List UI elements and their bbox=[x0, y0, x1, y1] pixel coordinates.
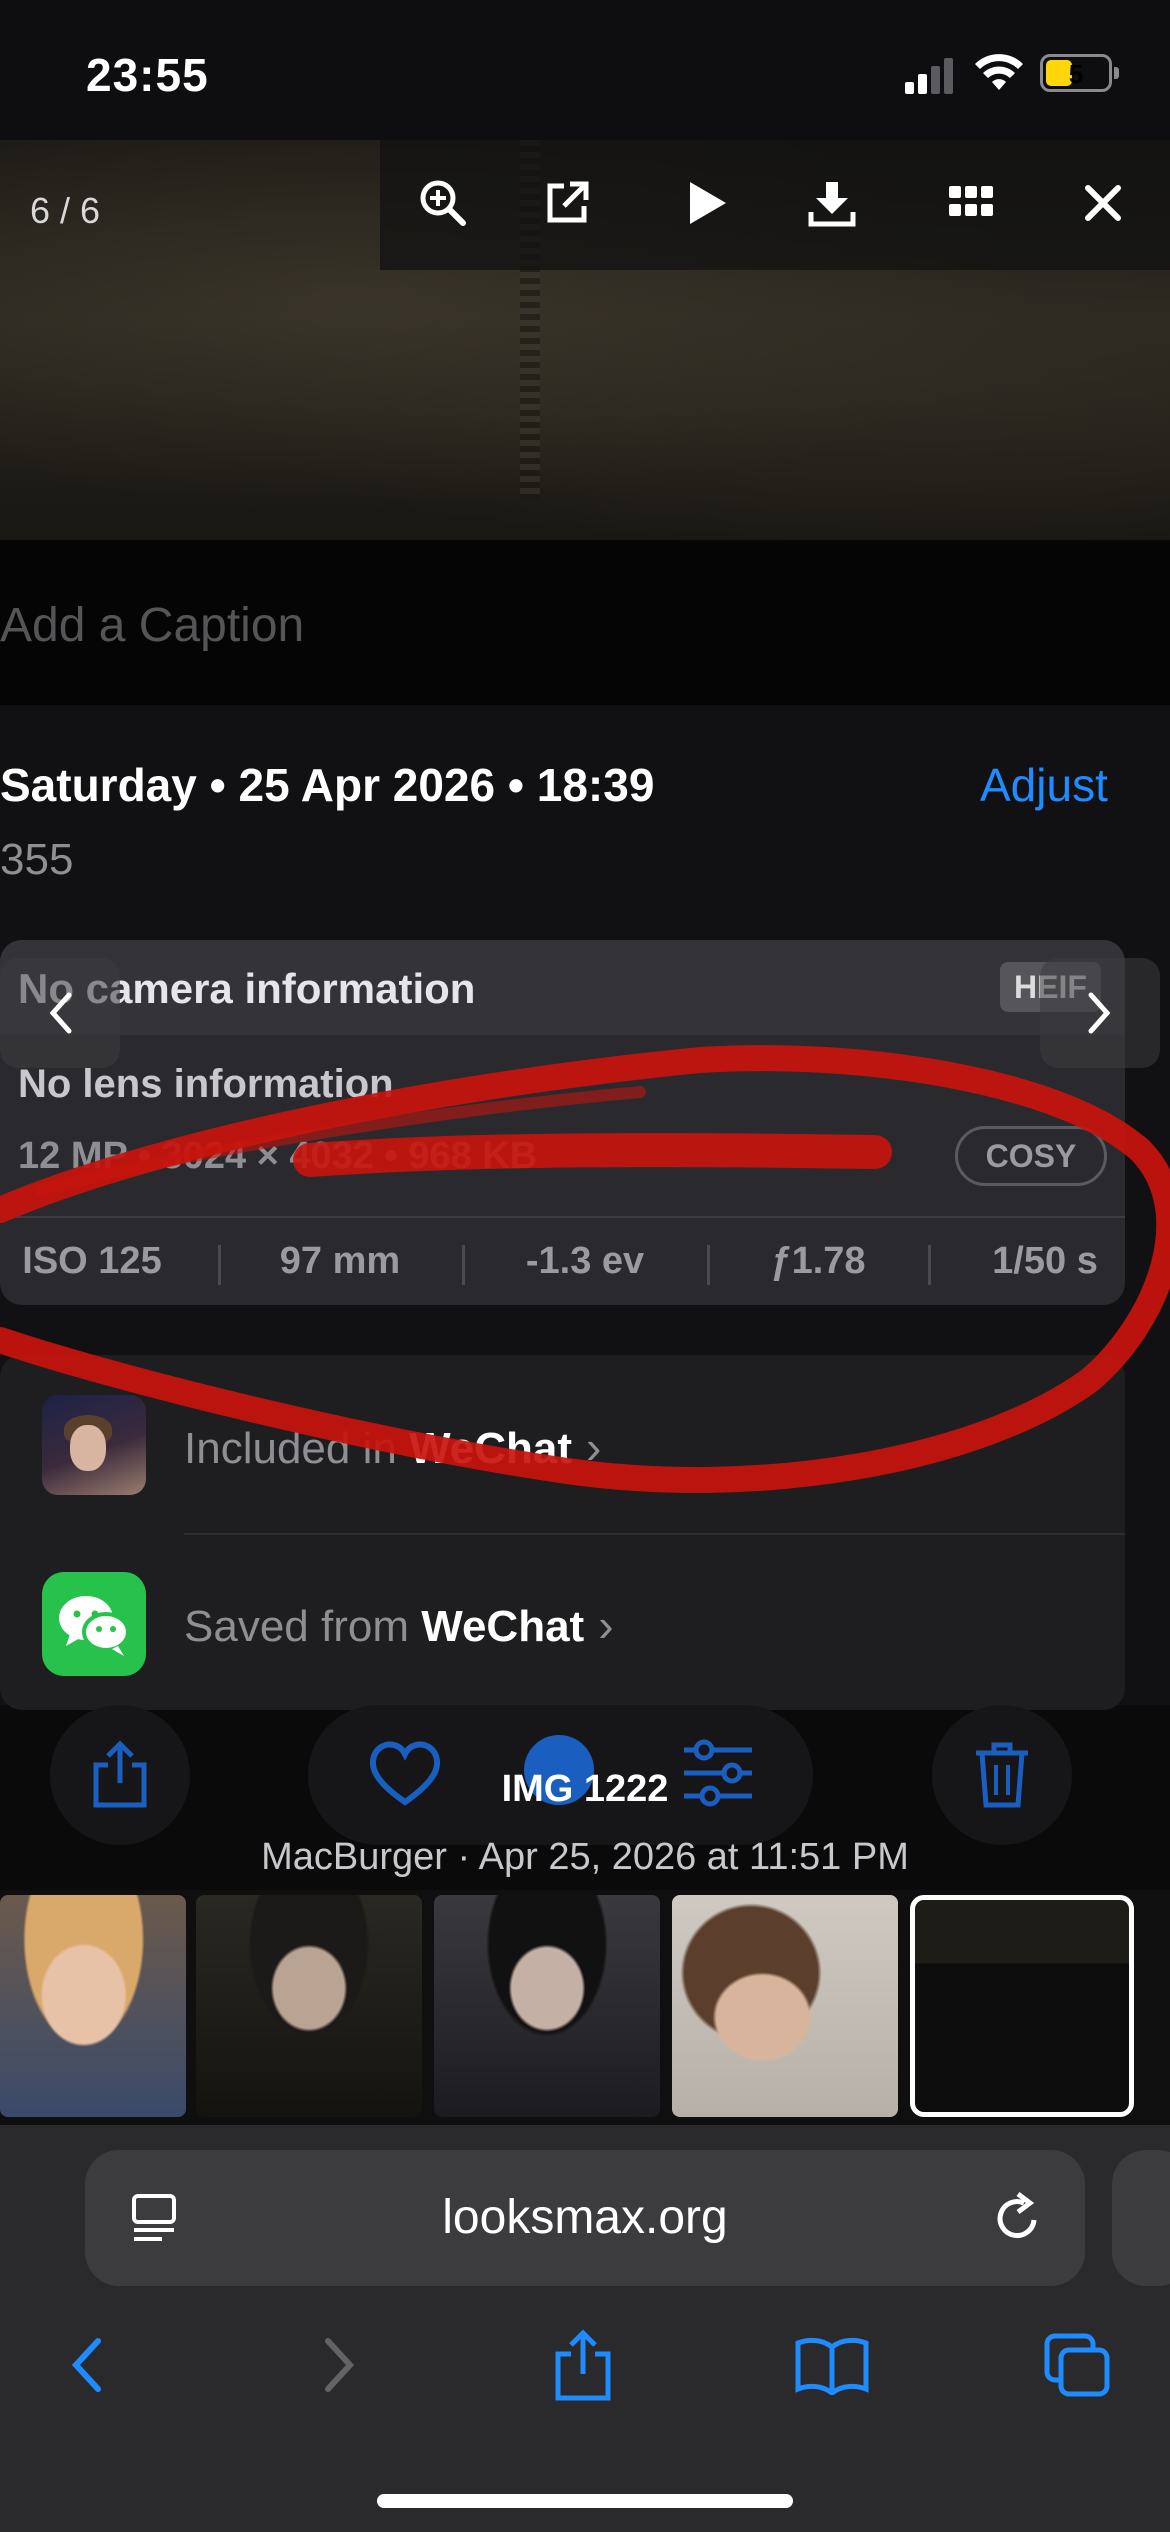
chevron-right-icon: › bbox=[586, 1421, 602, 1473]
reload-icon[interactable] bbox=[990, 2190, 1046, 2246]
zoom-in-icon[interactable] bbox=[408, 168, 478, 238]
home-indicator bbox=[377, 2494, 793, 2508]
exif-separator bbox=[218, 1245, 221, 1285]
saved-prefix: Saved from bbox=[184, 1602, 422, 1651]
close-icon[interactable] bbox=[1068, 168, 1138, 238]
exif-exposure-bias: -1.3 ev bbox=[525, 1240, 645, 1282]
exif-separator bbox=[928, 1245, 931, 1285]
photo-counter: 6 / 6 bbox=[30, 190, 101, 231]
wechat-icon bbox=[42, 1572, 146, 1676]
adjust-button[interactable]: Adjust bbox=[980, 758, 1108, 812]
filmstrip-thumbnail[interactable] bbox=[0, 1895, 186, 2117]
lens-info: No lens information bbox=[18, 1062, 394, 1106]
battery-level: 5 bbox=[1068, 59, 1084, 89]
filmstrip-thumbnail[interactable] bbox=[672, 1895, 898, 2117]
chevron-right-icon bbox=[325, 2338, 355, 2392]
album-thumbnail bbox=[42, 1395, 146, 1495]
bookmarks-button[interactable] bbox=[782, 2320, 882, 2410]
chevron-right-icon: › bbox=[598, 1599, 614, 1651]
previous-arrow-button[interactable] bbox=[0, 958, 120, 1068]
image-title: IMG 1222 bbox=[501, 1768, 669, 1810]
url-text: looksmax.org bbox=[442, 2191, 728, 2244]
filmstrip-thumbnail[interactable] bbox=[434, 1895, 660, 2117]
exif-iso: ISO 125 bbox=[22, 1240, 162, 1282]
exif-separator bbox=[462, 1245, 465, 1285]
exif-divider bbox=[0, 1216, 1125, 1218]
chevron-left-icon bbox=[49, 992, 72, 1034]
row-divider bbox=[184, 1533, 1125, 1535]
exif-separator bbox=[707, 1245, 710, 1285]
wifi-icon bbox=[975, 54, 1023, 90]
book-icon bbox=[795, 2337, 869, 2395]
share-page-button[interactable] bbox=[533, 2320, 633, 2410]
included-app: WeChat bbox=[409, 1424, 573, 1473]
caption-input[interactable]: Add a Caption bbox=[0, 598, 304, 653]
chevron-left-icon bbox=[71, 2338, 101, 2392]
next-tab-bar[interactable] bbox=[1112, 2150, 1170, 2286]
share-icon bbox=[555, 2329, 611, 2401]
location-badge: COSY bbox=[955, 1126, 1107, 1186]
cellular-signal-icon bbox=[905, 58, 955, 94]
battery-indicator: 5 bbox=[1040, 54, 1119, 92]
grid-icon[interactable] bbox=[936, 168, 1006, 238]
photo-number: 355 bbox=[0, 835, 74, 884]
saved-from-row[interactable]: Saved from WeChat › bbox=[184, 1598, 614, 1652]
included-prefix: Included in bbox=[184, 1424, 410, 1473]
exif-aperture: ƒ1.78 bbox=[770, 1240, 866, 1282]
included-in-row[interactable]: Included in WeChat › bbox=[184, 1420, 601, 1474]
filmstrip-thumbnail[interactable] bbox=[196, 1895, 422, 2117]
viewer-toolbar bbox=[380, 140, 1170, 270]
filmstrip-thumbnail-selected[interactable] bbox=[910, 1895, 1134, 2117]
exif-focal-length: 97 mm bbox=[279, 1240, 401, 1282]
exif-shutter: 1/50 s bbox=[992, 1240, 1098, 1282]
photo-date: Saturday • 25 Apr 2026 • 18:39 bbox=[0, 759, 655, 811]
download-icon[interactable] bbox=[797, 168, 867, 238]
tabs-icon bbox=[1044, 2333, 1110, 2397]
play-icon[interactable] bbox=[672, 168, 742, 238]
saved-app: WeChat bbox=[421, 1602, 585, 1651]
back-button[interactable] bbox=[36, 2320, 136, 2410]
next-arrow-button[interactable] bbox=[1040, 958, 1160, 1068]
status-time: 23:55 bbox=[86, 49, 209, 101]
chevron-right-icon bbox=[1088, 992, 1111, 1034]
forward-button[interactable] bbox=[290, 2320, 390, 2410]
tabs-button[interactable] bbox=[1028, 2320, 1128, 2410]
open-external-icon[interactable] bbox=[532, 168, 602, 238]
image-specs: 12 MP • 3024 × 4032 • 968 KB bbox=[18, 1135, 538, 1177]
image-subtitle: MacBurger · Apr 25, 2026 at 11:51 PM bbox=[261, 1836, 909, 1878]
